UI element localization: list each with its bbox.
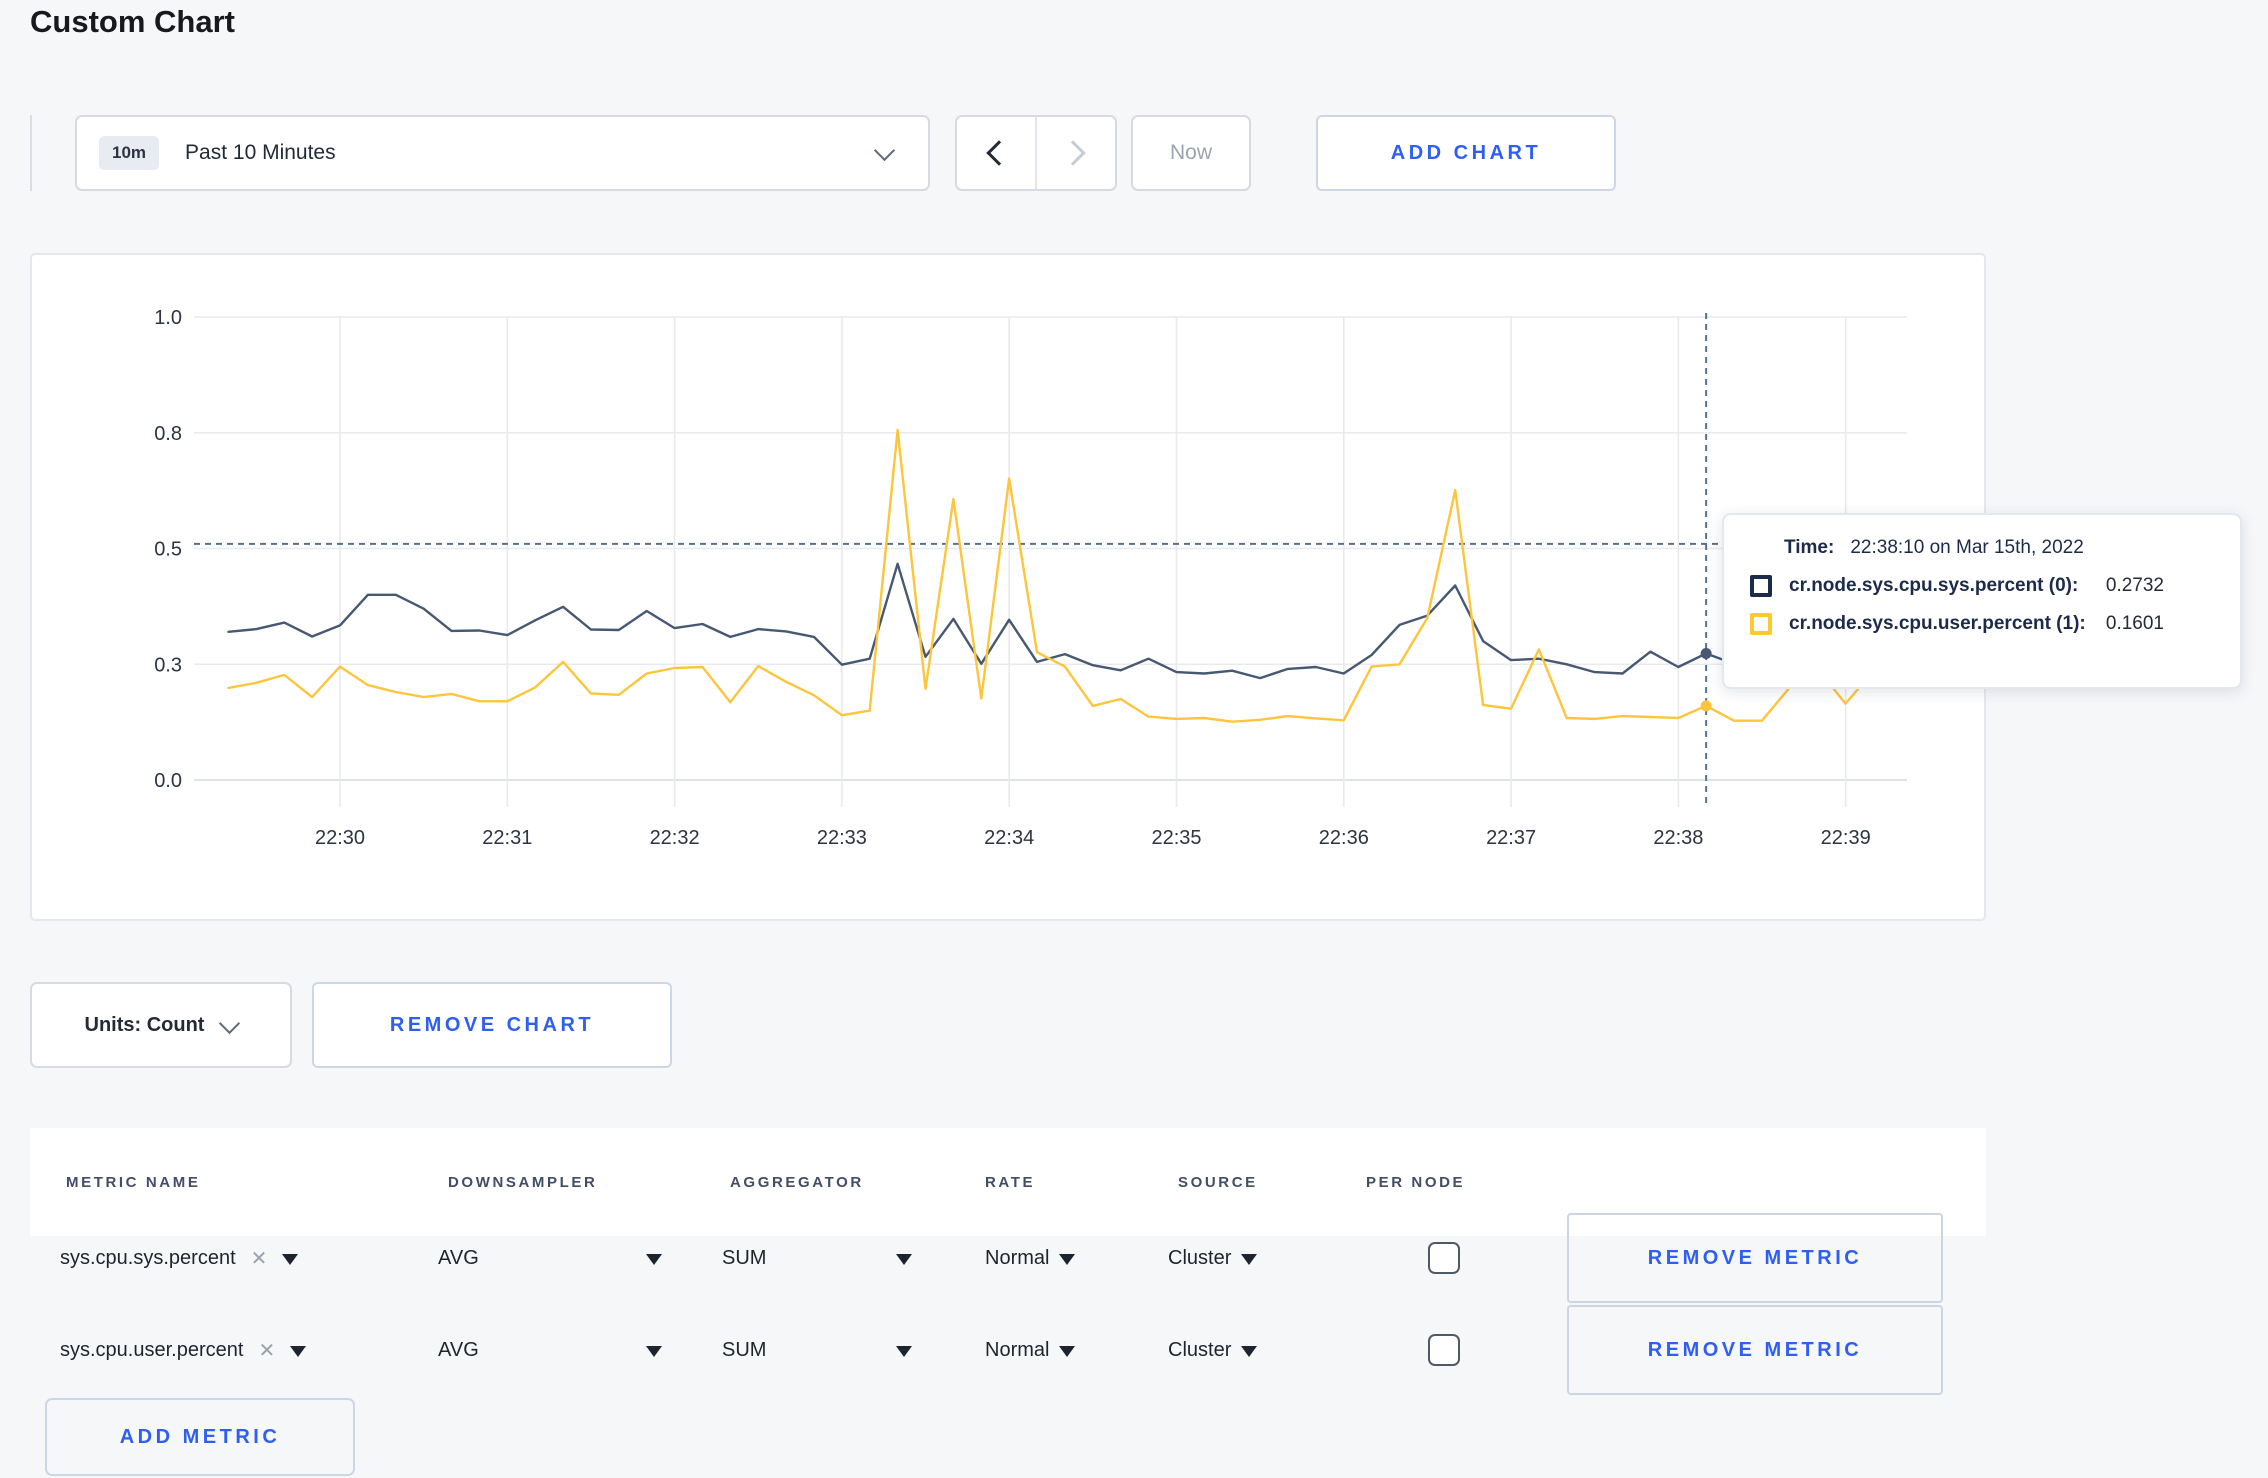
per-node-cell	[1428, 1304, 1460, 1396]
x-axis-tick-label: 22:39	[1821, 827, 1871, 849]
tooltip-series-name: cr.node.sys.cpu.sys.percent (0):	[1789, 575, 2079, 596]
add-chart-button[interactable]: ADD CHART	[1316, 115, 1616, 191]
custom-chart-page: Custom Chart 10m Past 10 Minutes Now ADD…	[0, 0, 2268, 1478]
time-nav-group	[955, 115, 1117, 191]
time-prev-button[interactable]	[957, 117, 1035, 189]
tooltip-time-value: 22:38:10 on Mar 15th, 2022	[1850, 537, 2084, 558]
downsampler-select[interactable]: AVG	[438, 1212, 662, 1304]
caret-down-icon	[290, 1346, 307, 1357]
caret-down-icon	[1059, 1254, 1076, 1265]
remove-chart-button[interactable]: REMOVE CHART	[312, 982, 672, 1068]
x-axis-tick-label: 22:37	[1486, 827, 1536, 849]
per-node-checkbox[interactable]	[1428, 1334, 1460, 1366]
series-line	[227, 428, 1875, 723]
aggregator-select[interactable]: SUM	[722, 1304, 912, 1396]
x-axis-tick-label: 22:36	[1319, 827, 1369, 849]
y-axis-tick-label: 1.0	[154, 307, 182, 329]
caret-down-icon	[1059, 1346, 1076, 1357]
downsampler-select[interactable]: AVG	[438, 1304, 662, 1396]
rate-value: Normal	[985, 1338, 1050, 1361]
rate-select[interactable]: Normal	[985, 1304, 1076, 1396]
chevron-down-icon	[219, 1012, 241, 1034]
units-select[interactable]: Units: Count	[30, 982, 292, 1068]
x-axis-tick-label: 22:33	[817, 827, 867, 849]
time-window-label: Past 10 Minutes	[185, 141, 336, 164]
y-axis-tick-label: 0.8	[154, 423, 182, 445]
chevron-down-icon	[873, 139, 896, 161]
chart-card: 0.0 0.3 0.5 0.8 1.0 22:30 22:31 22:32 22:33 22:34…	[30, 253, 1986, 921]
clear-metric-icon[interactable]: ✕	[258, 1338, 275, 1363]
downsampler-value: AVG	[438, 1246, 479, 1269]
table-row: sys.cpu.user.percent ✕ AVG SUM Normal Cl…	[30, 1304, 1986, 1396]
chart-tooltip: Time: 22:38:10 on Mar 15th, 2022 cr.node.…	[1722, 513, 2242, 689]
units-label: Units: Count	[84, 1013, 205, 1036]
tooltip-series-row: cr.node.sys.cpu.sys.percent (0): 0.2732	[1750, 575, 2214, 597]
remove-metric-cell: REMOVE METRIC	[1567, 1304, 1943, 1396]
time-window-badge: 10m	[99, 136, 160, 170]
caret-down-icon	[896, 1254, 912, 1265]
tooltip-time-label: Time:	[1784, 537, 1835, 558]
clear-metric-icon[interactable]: ✕	[251, 1246, 268, 1271]
tooltip-series-value: 0.1601	[2105, 613, 2164, 634]
remove-metric-cell: REMOVE METRIC	[1567, 1212, 1943, 1304]
toolbar-divider	[30, 115, 32, 191]
time-range-select[interactable]: 10m Past 10 Minutes	[75, 115, 930, 191]
caret-down-icon	[896, 1346, 912, 1357]
caret-down-icon	[646, 1346, 662, 1357]
table-row: sys.cpu.sys.percent ✕ AVG SUM Normal Clu…	[30, 1212, 1986, 1304]
hover-point-dot	[1700, 648, 1712, 660]
metric-name-value: sys.cpu.user.percent	[60, 1338, 244, 1361]
aggregator-value: SUM	[722, 1338, 767, 1361]
aggregator-select[interactable]: SUM	[722, 1212, 912, 1304]
downsampler-value: AVG	[438, 1338, 479, 1361]
metric-name-select[interactable]: sys.cpu.user.percent ✕	[60, 1304, 307, 1396]
y-axis-tick-label: 0.3	[154, 654, 182, 676]
chevron-left-icon	[986, 140, 1012, 166]
caret-down-icon	[282, 1254, 299, 1265]
y-axis-tick-label: 0.0	[154, 770, 182, 792]
add-metric-button[interactable]: ADD METRIC	[45, 1398, 355, 1476]
remove-metric-button[interactable]: REMOVE METRIC	[1567, 1213, 1943, 1303]
x-axis-tick-label: 22:38	[1653, 827, 1703, 849]
caret-down-icon	[1241, 1346, 1258, 1357]
tooltip-series-value: 0.2732	[2105, 575, 2164, 596]
rate-select[interactable]: Normal	[985, 1212, 1076, 1304]
caret-down-icon	[646, 1254, 662, 1265]
x-axis-tick-label: 22:30	[315, 827, 365, 849]
remove-metric-button[interactable]: REMOVE METRIC	[1567, 1305, 1943, 1395]
source-select[interactable]: Cluster	[1168, 1212, 1258, 1304]
metric-name-select[interactable]: sys.cpu.sys.percent ✕	[60, 1212, 299, 1304]
source-value: Cluster	[1168, 1338, 1232, 1361]
tooltip-series-row: cr.node.sys.cpu.user.percent (1): 0.1601	[1750, 613, 2214, 635]
x-axis-tick-label: 22:32	[650, 827, 700, 849]
series-line	[227, 562, 1875, 680]
source-select[interactable]: Cluster	[1168, 1304, 1258, 1396]
aggregator-value: SUM	[722, 1246, 767, 1269]
tooltip-time-row: Time: 22:38:10 on Mar 15th, 2022	[1784, 537, 2240, 559]
per-node-cell	[1428, 1212, 1460, 1304]
x-axis-tick-label: 22:34	[984, 827, 1034, 849]
caret-down-icon	[1241, 1254, 1258, 1265]
sys-series-swatch-icon	[1750, 575, 1772, 597]
tooltip-series-name: cr.node.sys.cpu.user.percent (1):	[1789, 613, 2086, 634]
source-value: Cluster	[1168, 1246, 1232, 1269]
per-node-checkbox[interactable]	[1428, 1242, 1460, 1274]
time-next-button[interactable]	[1035, 117, 1115, 189]
y-axis-tick-label: 0.5	[154, 539, 182, 561]
rate-value: Normal	[985, 1246, 1050, 1269]
page-title: Custom Chart	[30, 4, 235, 39]
user-series-swatch-icon	[1750, 613, 1772, 635]
chevron-right-icon	[1060, 140, 1086, 166]
x-axis-tick-label: 22:31	[482, 827, 532, 849]
x-axis-tick-label: 22:35	[1151, 827, 1201, 849]
hover-point-dot	[1700, 700, 1712, 712]
metric-name-value: sys.cpu.sys.percent	[60, 1246, 236, 1269]
chart-plot-area[interactable]: 0.0 0.3 0.5 0.8 1.0 22:30 22:31 22:32 22:33 22:34…	[32, 255, 1984, 919]
now-button[interactable]: Now	[1131, 115, 1251, 191]
